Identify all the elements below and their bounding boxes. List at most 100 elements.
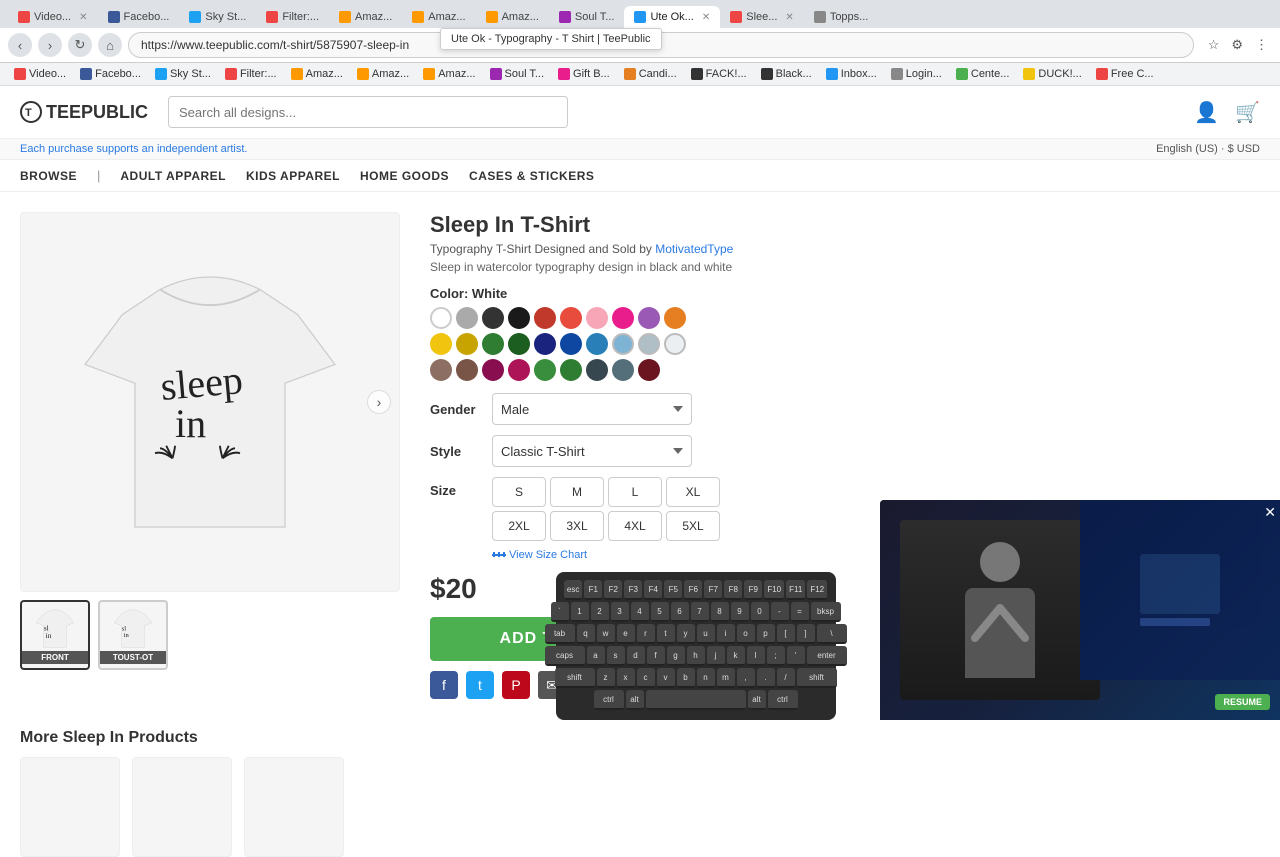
key-f4[interactable]: F4 xyxy=(645,580,663,600)
swatch-slateblue[interactable] xyxy=(612,359,634,381)
swatch-yellow[interactable] xyxy=(430,333,452,355)
key-7[interactable]: 7 xyxy=(691,602,709,622)
key-i[interactable]: i xyxy=(717,624,735,644)
key-b[interactable]: b xyxy=(677,668,695,688)
bookmark-fack[interactable]: FACK!... xyxy=(685,66,753,82)
swatch-darkgreen[interactable] xyxy=(508,333,530,355)
key-f1[interactable]: F1 xyxy=(585,580,603,600)
bookmark-soul[interactable]: Soul T... xyxy=(484,66,551,82)
key-f[interactable]: f xyxy=(647,646,665,666)
key-semicolon[interactable]: ; xyxy=(767,646,785,666)
bookmark-gift[interactable]: Gift B... xyxy=(552,66,616,82)
swatch-green[interactable] xyxy=(482,333,504,355)
key-esc[interactable]: esc xyxy=(564,580,582,600)
key-f7[interactable]: F7 xyxy=(705,580,723,600)
bookmark-filter[interactable]: Filter:... xyxy=(219,66,283,82)
key-x[interactable]: x xyxy=(617,668,635,688)
swatch-medgreen[interactable] xyxy=(534,359,556,381)
back-button[interactable]: ‹ xyxy=(8,33,32,57)
user-icon[interactable]: 👤 xyxy=(1194,100,1219,125)
key-rctrl[interactable]: ctrl xyxy=(768,690,798,710)
key-v[interactable]: v xyxy=(657,668,675,688)
bookmark-duck[interactable]: DUCK!... xyxy=(1017,66,1087,82)
key-f2[interactable]: F2 xyxy=(605,580,623,600)
key-alt[interactable]: alt xyxy=(626,690,644,710)
nav-cases[interactable]: CASES & STICKERS xyxy=(469,169,594,183)
bookmark-inbox[interactable]: Inbox... xyxy=(820,66,883,82)
key-q[interactable]: q xyxy=(577,624,595,644)
tab-close-1[interactable]: ✕ xyxy=(79,12,87,23)
key-9[interactable]: 9 xyxy=(731,602,749,622)
size-4xl[interactable]: 4XL xyxy=(608,511,662,541)
size-s[interactable]: S xyxy=(492,477,546,507)
menu-icon[interactable]: ⋮ xyxy=(1251,35,1272,55)
swatch-babyblue[interactable] xyxy=(612,333,634,355)
bookmark-free[interactable]: Free C... xyxy=(1090,66,1160,82)
key-f8[interactable]: F8 xyxy=(725,580,743,600)
key-ctrl[interactable]: ctrl xyxy=(594,690,624,710)
nav-home[interactable]: HOME GOODS xyxy=(360,169,449,183)
key-backspace[interactable]: bksp xyxy=(811,602,841,622)
key-y[interactable]: y xyxy=(677,624,695,644)
swatch-orange[interactable] xyxy=(664,307,686,329)
swatch-brown[interactable] xyxy=(456,359,478,381)
extensions-icon[interactable]: ⚙ xyxy=(1227,35,1247,55)
key-f3[interactable]: F3 xyxy=(625,580,643,600)
key-w[interactable]: w xyxy=(597,624,615,644)
swatch-cranberry[interactable] xyxy=(508,359,530,381)
swatch-gold[interactable] xyxy=(456,333,478,355)
key-3[interactable]: 3 xyxy=(611,602,629,622)
bookmark-amaz2[interactable]: Amaz... xyxy=(351,66,415,82)
key-tab[interactable]: tab xyxy=(545,624,575,644)
more-product-1[interactable] xyxy=(20,757,120,857)
tab-close-10[interactable]: ✕ xyxy=(785,12,793,23)
bookmark-fb[interactable]: Facebo... xyxy=(74,66,147,82)
key-r[interactable]: r xyxy=(637,624,655,644)
nav-kids[interactable]: KIDS APPAREL xyxy=(246,169,340,183)
size-xl[interactable]: XL xyxy=(666,477,720,507)
lang-text[interactable]: English (US) · $ USD xyxy=(1156,143,1260,155)
cart-icon[interactable]: 🛒 xyxy=(1235,100,1260,125)
home-button[interactable]: ⌂ xyxy=(98,33,122,57)
key-caps[interactable]: caps xyxy=(545,646,585,666)
bookmark-icon[interactable]: ☆ xyxy=(1204,35,1224,55)
browser-tab-3[interactable]: Sky St... xyxy=(179,6,256,28)
swatch-lightblue[interactable] xyxy=(586,333,608,355)
site-logo[interactable]: T TEEPUBLIC xyxy=(20,101,148,123)
size-m[interactable]: M xyxy=(550,477,604,507)
key-8[interactable]: 8 xyxy=(711,602,729,622)
twitter-share-button[interactable]: t xyxy=(466,671,494,699)
key-4[interactable]: 4 xyxy=(631,602,649,622)
bookmark-login[interactable]: Login... xyxy=(885,66,948,82)
key-g[interactable]: g xyxy=(667,646,685,666)
bookmark-sky[interactable]: Sky St... xyxy=(149,66,217,82)
video-close-button[interactable]: ✕ xyxy=(1264,504,1276,521)
key-enter[interactable]: enter xyxy=(807,646,847,666)
swatch-blue[interactable] xyxy=(560,333,582,355)
swatch-charcoal[interactable] xyxy=(586,359,608,381)
swatch-tan[interactable] xyxy=(430,359,452,381)
more-product-2[interactable] xyxy=(132,757,232,857)
nav-browse[interactable]: BROWSE xyxy=(20,169,77,183)
swatch-burgundy[interactable] xyxy=(638,359,660,381)
swatch-gray[interactable] xyxy=(456,307,478,329)
key-lshift[interactable]: shift xyxy=(555,668,595,688)
key-ralt[interactable]: alt xyxy=(748,690,766,710)
key-l[interactable]: l xyxy=(747,646,765,666)
swatch-lightred[interactable] xyxy=(560,307,582,329)
reload-button[interactable]: ↻ xyxy=(68,33,92,57)
key-equals[interactable]: = xyxy=(791,602,809,622)
bookmark-cente[interactable]: Cente... xyxy=(950,66,1016,82)
style-select[interactable]: Classic T-Shirt Premium T-Shirt xyxy=(492,435,692,467)
key-u[interactable]: u xyxy=(697,624,715,644)
key-0[interactable]: 0 xyxy=(751,602,769,622)
browser-tab-9[interactable]: Ute Ok... ✕ xyxy=(624,6,720,28)
browser-tab-10[interactable]: Slee... ✕ xyxy=(720,6,804,28)
gender-select[interactable]: Male Female xyxy=(492,393,692,425)
bookmark-amaz3[interactable]: Amaz... xyxy=(417,66,481,82)
swatch-darkgray[interactable] xyxy=(482,307,504,329)
key-f9[interactable]: F9 xyxy=(745,580,763,600)
key-f11[interactable]: F11 xyxy=(787,580,806,600)
key-rshift[interactable]: shift xyxy=(797,668,837,688)
swatch-pink[interactable] xyxy=(586,307,608,329)
